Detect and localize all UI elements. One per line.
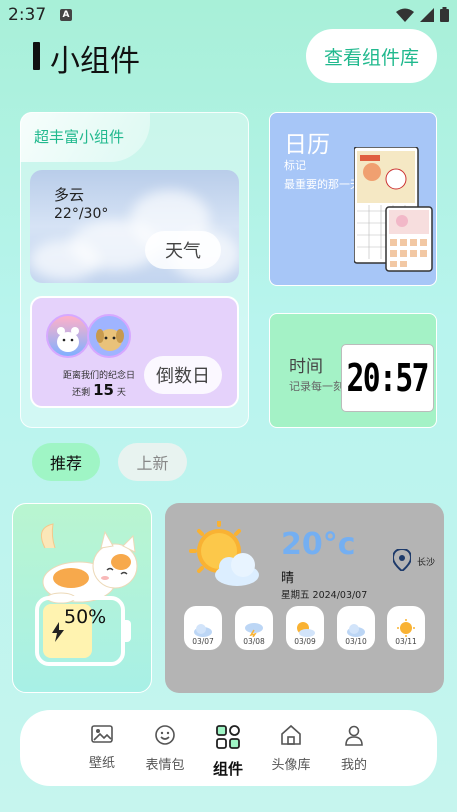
nav-widgets[interactable]: 组件 (198, 724, 258, 779)
weather-temp-range: 22°/30° (54, 206, 109, 222)
tab-recommended[interactable]: 推荐 (32, 443, 100, 481)
calendar-widget-card[interactable]: 日历 标记 最重要的那一天 (269, 112, 437, 286)
weather-preview-card[interactable]: 多云 22°/30° 天气 (30, 170, 239, 283)
nav-label: 组件 (212, 760, 243, 778)
forecast-day: 03/11 (387, 606, 425, 650)
clock-value: 20:57 (346, 356, 430, 400)
countdown-note: 距离我们的纪念日 (62, 371, 135, 381)
weather-widget-card[interactable]: 20°c 晴 星期五 2024/03/07 长沙 03/07 03/08 03/… (165, 503, 444, 693)
nav-label: 壁纸 (88, 756, 115, 771)
weather-date: 星期五 2024/03/07 (281, 590, 368, 601)
countdown-button[interactable]: 倒数日 (144, 356, 222, 394)
nav-label: 表情包 (145, 758, 185, 773)
storm-icon (245, 623, 263, 637)
time-title: 时间 (289, 357, 323, 377)
forecast-day: 03/08 (235, 606, 273, 650)
status-bar: 2:37 A (0, 0, 457, 30)
tab-new[interactable]: 上新 (118, 443, 187, 481)
weather-condition-text: 晴 (281, 571, 295, 586)
wifi-icon (396, 8, 414, 22)
nav-label: 我的 (340, 758, 367, 773)
view-library-button[interactable]: 查看组件库 (306, 29, 437, 83)
partly-cloudy-icon (297, 622, 315, 637)
sun-icon (397, 619, 415, 637)
bottom-navigation: 壁纸 表情包 组件 头像库 我的 (20, 710, 437, 786)
battery-status-icon (440, 7, 449, 22)
digital-clock-preview: 20:57 (342, 345, 433, 411)
weather-condition: 多云 (54, 186, 85, 204)
nav-stickers[interactable]: 表情包 (135, 724, 195, 773)
sun-cloud-icon (189, 521, 259, 586)
image-icon (91, 725, 113, 743)
cloud-icon (347, 624, 365, 637)
nav-wallpaper[interactable]: 壁纸 (72, 724, 132, 771)
featured-tab-label: 超丰富小组件 (20, 112, 150, 162)
location-pin-icon (393, 549, 411, 571)
person-icon (345, 725, 363, 746)
weather-temperature: 20°c (281, 527, 356, 562)
nav-avatars[interactable]: 头像库 (261, 724, 321, 773)
avatar (46, 314, 90, 358)
forecast-day: 03/10 (337, 606, 375, 650)
nav-profile[interactable]: 我的 (324, 724, 384, 773)
battery-percent: 50% (64, 606, 107, 628)
widgets-icon (216, 725, 240, 749)
status-time: 2:37 (8, 5, 47, 25)
calendar-line2: 最重要的那一天 (284, 178, 361, 191)
battery-cap (124, 620, 131, 642)
page-title: 小组件 (50, 44, 140, 79)
countdown-preview-card[interactable]: 距离我们的纪念日 还剩 15 天 倒数日 (30, 296, 239, 408)
calendar-line1: 标记 (284, 159, 306, 172)
status-icons (396, 7, 449, 22)
home-icon (281, 724, 301, 745)
nav-label: 头像库 (271, 758, 311, 773)
countdown-days-number: 15 (93, 381, 114, 399)
signal-icon (420, 7, 434, 22)
weather-city: 长沙 (417, 558, 436, 568)
avatar (87, 314, 131, 358)
forecast-day: 03/09 (286, 606, 324, 650)
forecast-day: 03/07 (184, 606, 222, 650)
charging-bolt-icon (52, 622, 64, 642)
time-subtitle: 记录每一刻 (289, 380, 344, 393)
weather-button[interactable]: 天气 (145, 231, 221, 269)
notification-a-icon: A (60, 9, 72, 21)
emoji-icon (155, 725, 175, 745)
calendar-title: 日历 (284, 132, 330, 158)
countdown-days: 还剩 15 天 (72, 381, 126, 399)
cloud-icon (194, 624, 212, 637)
title-accent-bar (33, 42, 40, 70)
calendar-preview-image (354, 147, 433, 272)
